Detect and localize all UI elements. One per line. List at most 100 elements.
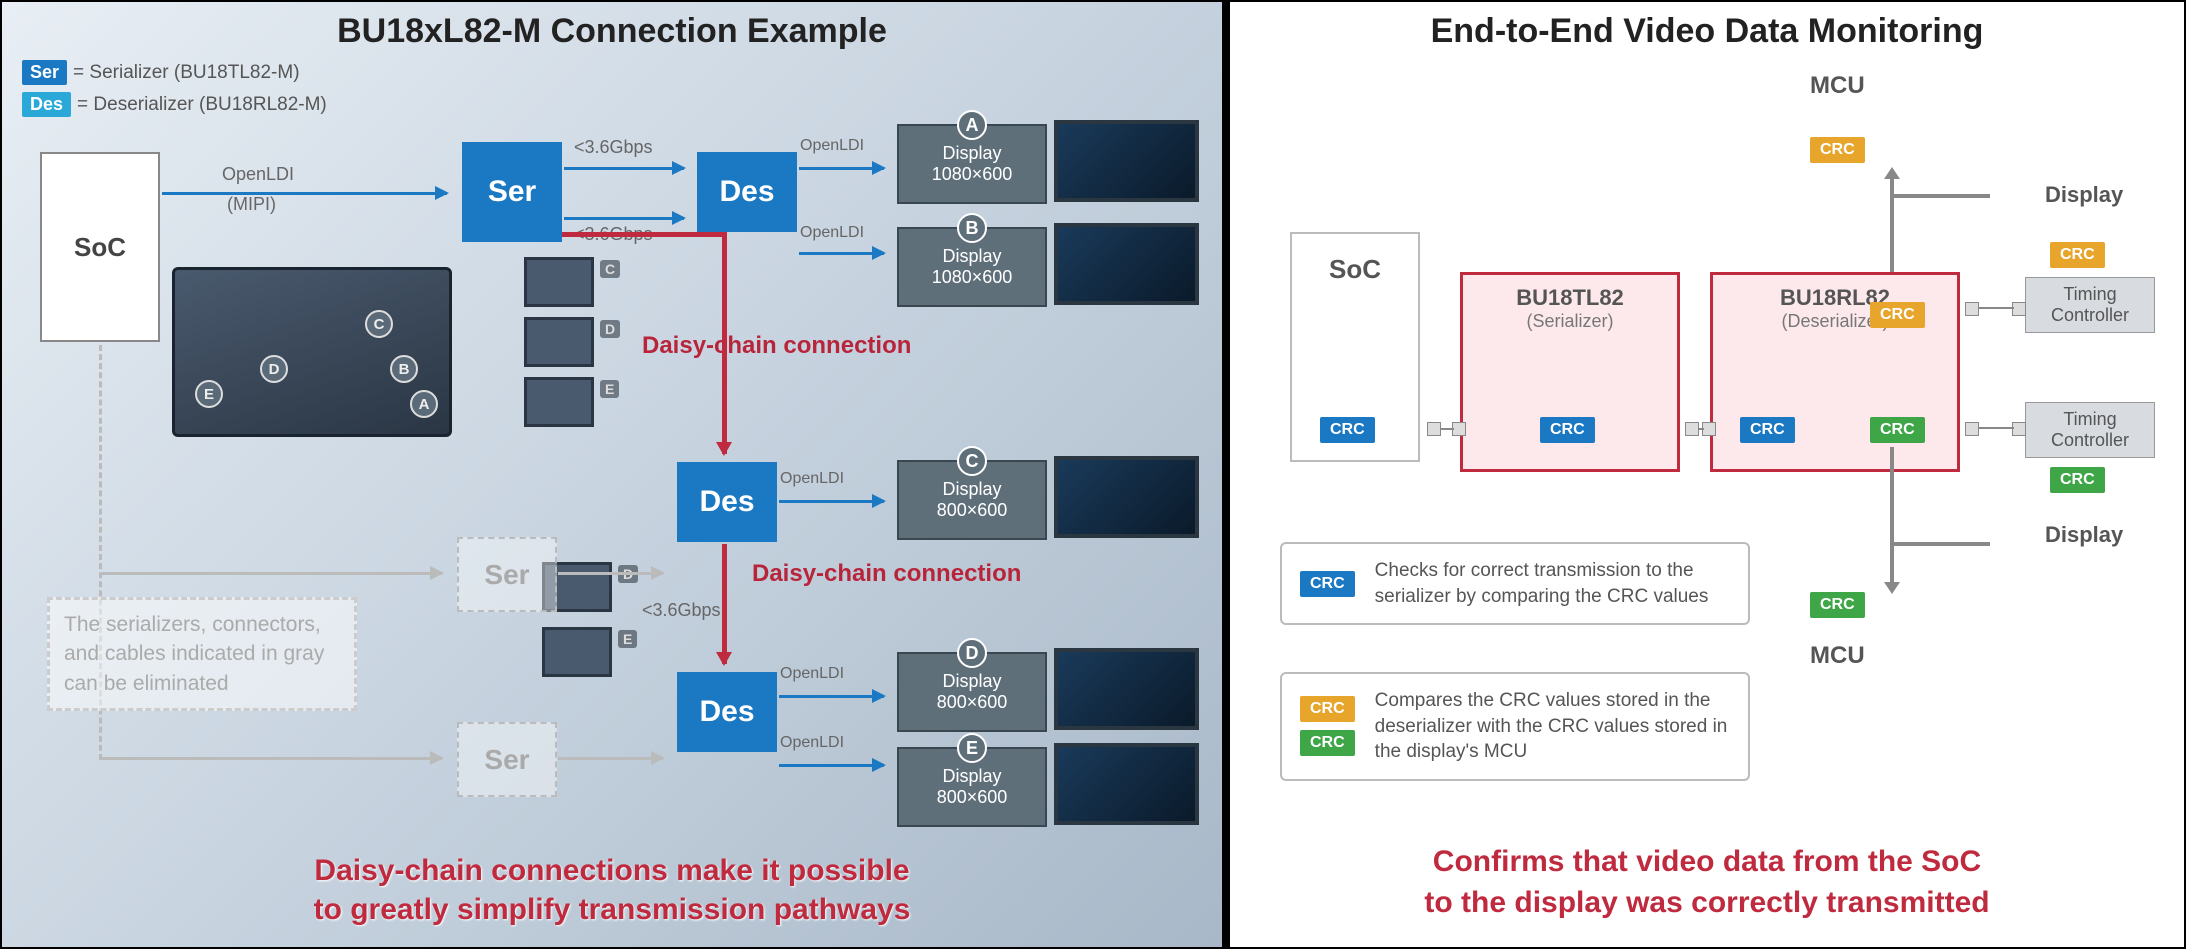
crc-des-blue: CRC — [1740, 417, 1795, 443]
car-dot-c: C — [365, 310, 393, 338]
label-speed1: <3.6Gbps — [574, 137, 653, 158]
note1-tag: CRC — [1300, 571, 1355, 597]
mcu-top: MCU — [1810, 72, 1865, 100]
thumb-e — [1054, 743, 1199, 825]
crc-ser: CRC — [1540, 417, 1595, 443]
display-bottom-label: Display — [2045, 522, 2123, 548]
car-dot-b: B — [390, 355, 418, 383]
badge-e: E — [957, 733, 987, 763]
note2-tag-g: CRC — [1300, 730, 1355, 756]
sq-tc-top — [2012, 302, 2026, 316]
note2-text: Compares the CRC values stored in the de… — [1375, 688, 1730, 765]
arrow-soc-ser — [162, 192, 447, 195]
display-top-label: Display — [2045, 182, 2123, 208]
thumb-c — [1054, 456, 1199, 538]
sq-des-br — [1965, 422, 1979, 436]
left-bottom-red-2: to greatly simplify transmission pathway… — [314, 893, 911, 926]
label-openldi-mipi1: OpenLDI — [222, 164, 294, 185]
red-seg1 — [562, 232, 727, 237]
arr-mcu-top-h — [1890, 194, 1990, 198]
crc-disp-top: CRC — [2050, 242, 2105, 268]
ghost-ser-2: Ser — [457, 722, 557, 797]
sq-des-l — [1702, 422, 1716, 436]
sq-soc — [1427, 422, 1441, 436]
display-c-res: 800×600 — [899, 500, 1045, 521]
label-openldi-a: OpenLDI — [800, 137, 864, 155]
tc-top-text: Timing Controller — [2034, 284, 2146, 326]
legend-des-text: = Deserializer (BU18RL82-M) — [77, 94, 327, 116]
ser-box: Ser — [462, 142, 562, 242]
crc-des-orange: CRC — [1870, 302, 1925, 328]
conn1 — [1440, 428, 1454, 430]
mini-thumb-e — [524, 377, 594, 427]
gray-arrow-2 — [102, 757, 442, 760]
display-c: C Display 800×600 — [897, 460, 1047, 540]
left-bottom-red: Daisy-chain connections make it possible… — [2, 851, 1222, 929]
conn-tc-bottom — [1978, 427, 2014, 429]
display-b-name: Display — [899, 246, 1045, 267]
left-panel: BU18xL82-M Connection Example Ser = Seri… — [0, 0, 1226, 949]
badge-d: D — [957, 638, 987, 668]
left-title: BU18xL82-M Connection Example — [2, 2, 1222, 55]
red-arrow-2 — [722, 544, 727, 664]
arrow-ser-des2 — [564, 217, 684, 220]
mini-label-d: D — [600, 320, 620, 338]
crc-mcu-top: CRC — [1810, 137, 1865, 163]
right-title: End-to-End Video Data Monitoring — [1230, 2, 2184, 55]
conn2 — [1698, 428, 1704, 430]
gray-arrow-1b — [558, 572, 663, 575]
arrow-des-d — [779, 695, 884, 698]
crc-soc: CRC — [1320, 417, 1375, 443]
display-a: A Display 1080×600 — [897, 124, 1047, 204]
ser-name: BU18TL82 — [1463, 285, 1677, 311]
badge-b: B — [957, 213, 987, 243]
right-bottom-red-1: Confirms that video data from the SoC — [1433, 845, 1981, 878]
sq-tc-bottom — [2012, 422, 2026, 436]
arr-mcu-bot-v — [1890, 447, 1894, 587]
display-b-res: 1080×600 — [899, 267, 1045, 288]
tc-top: Timing Controller — [2025, 277, 2155, 333]
car-interior-image: C B A D E — [172, 267, 452, 437]
des-box-2: Des — [677, 462, 777, 542]
mcu-bottom: MCU — [1810, 642, 1865, 670]
mini-label-e2: E — [618, 630, 637, 648]
left-bottom-red-1: Daisy-chain connections make it possible — [314, 854, 909, 887]
legend-ser: Ser = Serializer (BU18TL82-M) — [22, 60, 300, 85]
display-d: D Display 800×600 — [897, 652, 1047, 732]
note-2: CRC CRC Compares the CRC values stored i… — [1280, 672, 1750, 781]
label-mipi: (MIPI) — [227, 194, 276, 215]
thumb-b — [1054, 223, 1199, 305]
des-box-3: Des — [677, 672, 777, 752]
mini-thumb-c — [524, 257, 594, 307]
label-openldi-b: OpenLDI — [800, 224, 864, 242]
display-c-name: Display — [899, 479, 1045, 500]
gray-arrow-2b — [558, 757, 663, 760]
thumb-d — [1054, 648, 1199, 730]
badge-a: A — [957, 110, 987, 140]
car-dot-a: A — [410, 390, 438, 418]
crc-mcu-bottom: CRC — [1810, 592, 1865, 618]
car-dot-d: D — [260, 355, 288, 383]
arr-mcu-top-v — [1890, 172, 1894, 272]
red-arrow-1 — [722, 234, 727, 454]
mini-thumb-d — [524, 317, 594, 367]
legend-ser-text: = Serializer (BU18TL82-M) — [73, 62, 300, 84]
display-d-res: 800×600 — [899, 692, 1045, 713]
daisy-label-1: Daisy-chain connection — [642, 332, 911, 360]
sq-ser-l — [1452, 422, 1466, 436]
arr-mcu-bot-head — [1884, 582, 1900, 594]
arrow-des-e — [779, 764, 884, 767]
legend-des: Des = Deserializer (BU18RL82-M) — [22, 92, 327, 117]
arrow-ser-des1 — [564, 167, 684, 170]
des-box-1: Des — [697, 152, 797, 232]
note2-tag-o: CRC — [1300, 696, 1355, 722]
right-bottom-red-2: to the display was correctly transmitted — [1424, 886, 1989, 919]
arr-mcu-bot-h — [1890, 542, 1990, 546]
label-speed3: <3.6Gbps — [642, 600, 721, 621]
arr-mcu-top-head — [1884, 167, 1900, 179]
conn-tc-top — [1978, 307, 2014, 309]
display-b: B Display 1080×600 — [897, 227, 1047, 307]
note-1: CRC Checks for correct transmission to t… — [1280, 542, 1750, 625]
label-openldi-c: OpenLDI — [780, 470, 844, 488]
car-dot-e: E — [195, 380, 223, 408]
